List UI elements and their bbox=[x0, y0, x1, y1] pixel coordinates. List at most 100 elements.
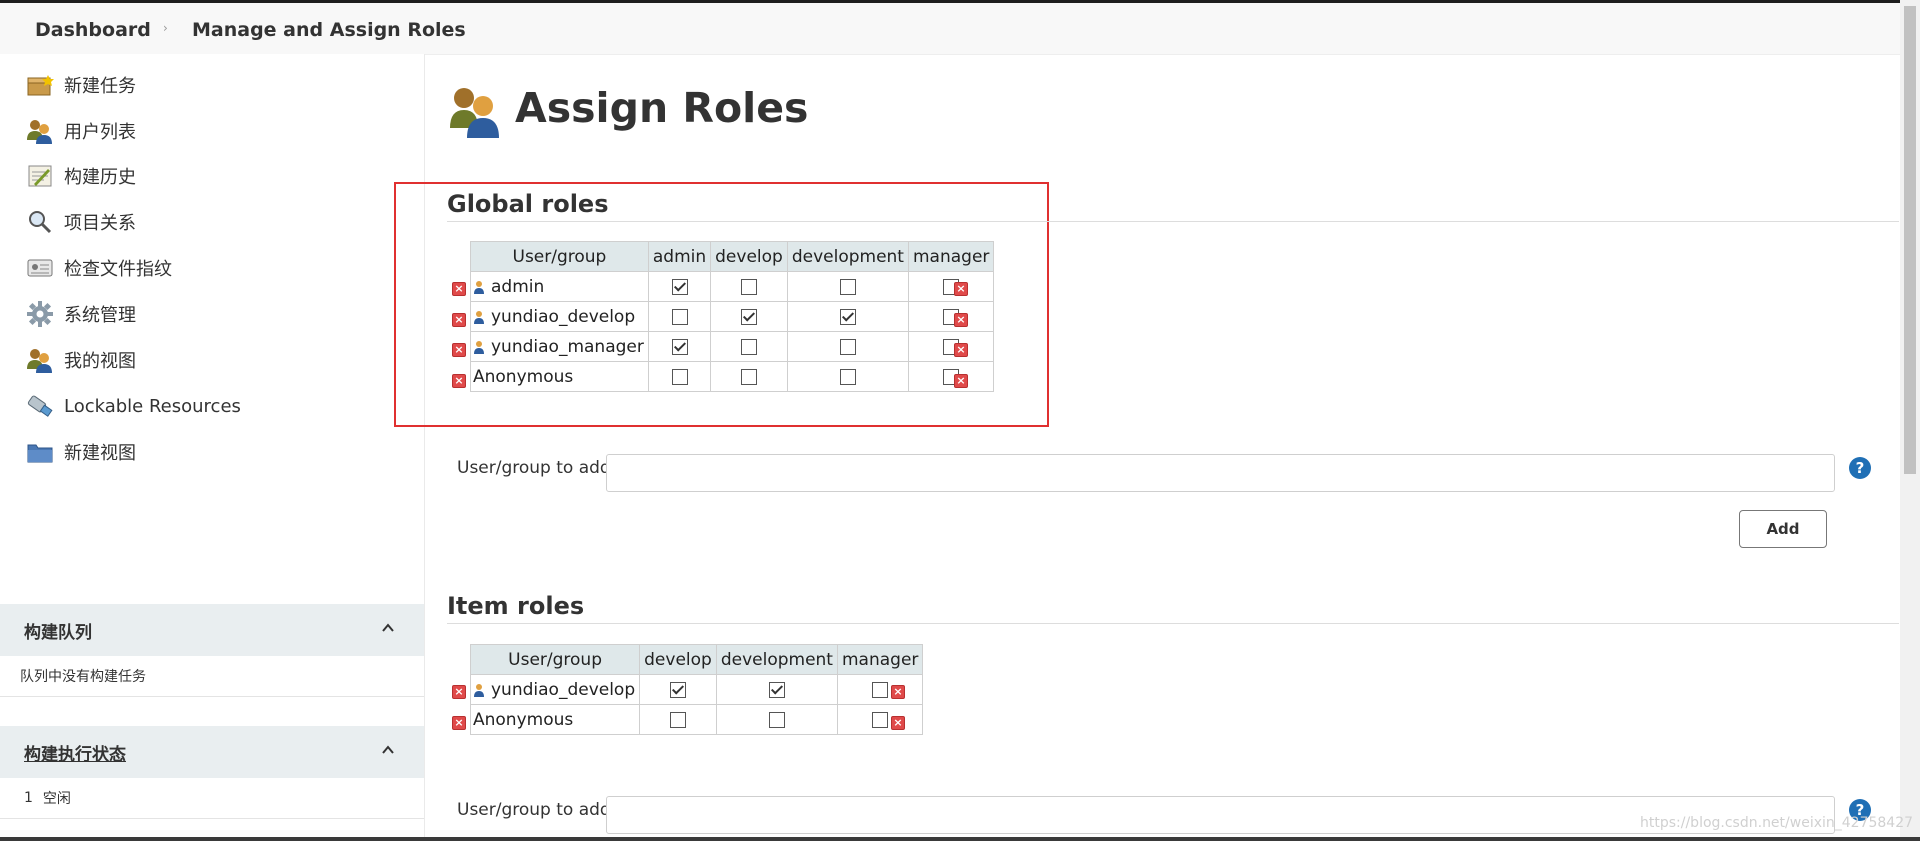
role-cell bbox=[786, 361, 909, 392]
role-cell bbox=[639, 704, 717, 735]
role-checkbox[interactable] bbox=[839, 308, 856, 325]
taskbar-edge bbox=[0, 837, 1920, 841]
executor-number: 1 bbox=[24, 790, 33, 806]
role-checkbox[interactable] bbox=[872, 681, 889, 698]
role-checkbox[interactable] bbox=[839, 368, 856, 385]
remove-user-left-icon[interactable]: × bbox=[452, 343, 466, 357]
add-user-label: User/group to add bbox=[457, 800, 611, 820]
users-icon bbox=[24, 116, 56, 146]
remove-user-right-icon[interactable]: × bbox=[954, 282, 968, 296]
help-icon[interactable]: ? bbox=[1849, 457, 1871, 479]
role-checkbox[interactable] bbox=[839, 278, 856, 295]
role-checkbox[interactable] bbox=[872, 711, 889, 728]
remove-user-right-icon[interactable]: × bbox=[891, 715, 905, 730]
breadcrumb-current[interactable]: Manage and Assign Roles bbox=[192, 19, 466, 41]
executor-row: 1 空闲 bbox=[0, 778, 424, 819]
user-cell: yundiao_manager bbox=[470, 331, 649, 362]
remove-user-right-icon[interactable]: × bbox=[954, 373, 968, 388]
table-header-row: User/group develop development manager bbox=[469, 644, 924, 675]
role-cell bbox=[715, 704, 838, 735]
role-checkbox[interactable] bbox=[669, 681, 686, 698]
sidebar-item-1[interactable]: 新建任务 bbox=[24, 69, 136, 101]
column-header-user: User/group bbox=[470, 241, 649, 272]
role-checkbox[interactable] bbox=[740, 338, 757, 355]
role-checkbox[interactable] bbox=[768, 711, 785, 728]
role-checkbox[interactable] bbox=[740, 278, 757, 295]
remove-user-left-icon[interactable]: × bbox=[452, 715, 466, 730]
remove-user-left-icon[interactable]: × bbox=[452, 282, 466, 296]
chevron-up-icon[interactable] bbox=[382, 622, 394, 634]
role-checkbox[interactable] bbox=[740, 368, 757, 385]
table-header-row: User/group admin develop development manager bbox=[470, 241, 995, 272]
remove-user-right-icon[interactable]: × bbox=[954, 343, 968, 357]
remove-user-right-icon[interactable]: × bbox=[954, 312, 968, 327]
role-cell bbox=[907, 271, 995, 302]
table-row: yundiao_manager bbox=[470, 331, 995, 362]
column-header-user: User/group bbox=[469, 644, 641, 675]
sidebar-item-3[interactable]: 构建历史 bbox=[24, 160, 136, 192]
executors-header[interactable]: 构建执行状态 bbox=[0, 726, 424, 778]
column-header-role: development bbox=[786, 241, 909, 272]
user-cell: Anonymous bbox=[469, 704, 641, 735]
role-cell bbox=[836, 674, 924, 705]
table-row: yundiao_develop bbox=[469, 674, 924, 705]
sidebar-item-label: 新建任务 bbox=[64, 76, 136, 97]
build-queue-header[interactable]: 构建队列 bbox=[0, 604, 424, 656]
sidebar-item-5[interactable]: 检查文件指纹 bbox=[24, 252, 172, 284]
user-name: yundiao_develop bbox=[491, 679, 636, 700]
role-checkbox[interactable] bbox=[671, 368, 688, 385]
table-row: Anonymous bbox=[469, 704, 924, 735]
assign-roles-icon bbox=[450, 88, 499, 138]
watermark: https://blog.csdn.net/weixin_42758427 bbox=[1640, 815, 1914, 831]
remove-user-left-icon[interactable]: × bbox=[452, 373, 466, 388]
user-name: Anonymous bbox=[473, 366, 574, 387]
executors-title[interactable]: 构建执行状态 bbox=[24, 740, 126, 765]
add-user-label: User/group to add bbox=[457, 458, 611, 478]
executor-status: 空闲 bbox=[42, 791, 71, 807]
role-checkbox[interactable] bbox=[671, 278, 688, 295]
breadcrumb-dashboard[interactable]: Dashboard bbox=[35, 19, 151, 41]
sidebar-item-7[interactable]: 我的视图 bbox=[24, 344, 136, 376]
remove-user-left-icon[interactable]: × bbox=[452, 312, 466, 327]
sidebar-item-6[interactable]: 系统管理 bbox=[24, 298, 136, 330]
build-queue-empty: 队列中没有构建任务 bbox=[20, 669, 146, 685]
sidebar-item-label: 检查文件指纹 bbox=[64, 259, 172, 280]
item-roles-heading: Item roles bbox=[447, 592, 585, 620]
global-user-input[interactable] bbox=[606, 454, 1835, 492]
divider bbox=[447, 623, 1899, 624]
column-header-role: develop bbox=[710, 241, 788, 272]
role-cell bbox=[647, 271, 712, 302]
build-queue-title: 构建队列 bbox=[24, 622, 92, 643]
role-cell bbox=[907, 361, 995, 392]
sidebar-item-label: Lockable Resources bbox=[64, 395, 241, 417]
role-checkbox[interactable] bbox=[839, 338, 856, 355]
role-checkbox[interactable] bbox=[671, 338, 688, 355]
column-header-role: admin bbox=[647, 241, 712, 272]
gear-icon bbox=[24, 299, 56, 329]
role-checkbox[interactable] bbox=[768, 681, 785, 698]
user-cell: admin bbox=[470, 271, 649, 302]
column-header-role: manager bbox=[836, 644, 924, 675]
chevron-up-icon[interactable] bbox=[382, 744, 394, 756]
scrollbar-thumb[interactable] bbox=[1904, 6, 1916, 474]
role-checkbox[interactable] bbox=[671, 308, 688, 325]
role-cell bbox=[715, 674, 838, 705]
table-row: admin bbox=[470, 271, 995, 302]
sidebar-item-label: 用户列表 bbox=[64, 122, 136, 143]
fingerprint-icon bbox=[24, 253, 56, 283]
sidebar-item-label: 项目关系 bbox=[64, 213, 136, 234]
remove-user-left-icon[interactable]: × bbox=[452, 685, 466, 699]
remove-user-right-icon[interactable]: × bbox=[891, 685, 905, 699]
sidebar-item-9[interactable]: 新建视图 bbox=[24, 436, 136, 468]
folder-icon bbox=[24, 437, 56, 467]
sidebar-item-2[interactable]: 用户列表 bbox=[24, 115, 136, 147]
role-checkbox[interactable] bbox=[740, 308, 757, 325]
global-add-button[interactable]: Add bbox=[1739, 510, 1827, 548]
user-icon bbox=[474, 340, 484, 354]
user-cell: Anonymous bbox=[470, 361, 649, 392]
sidebar-item-8[interactable]: Lockable Resources bbox=[24, 390, 241, 422]
new-job-icon bbox=[24, 70, 56, 100]
global-roles-heading: Global roles bbox=[447, 190, 609, 218]
role-checkbox[interactable] bbox=[669, 711, 686, 728]
sidebar-item-4[interactable]: 项目关系 bbox=[24, 206, 136, 238]
